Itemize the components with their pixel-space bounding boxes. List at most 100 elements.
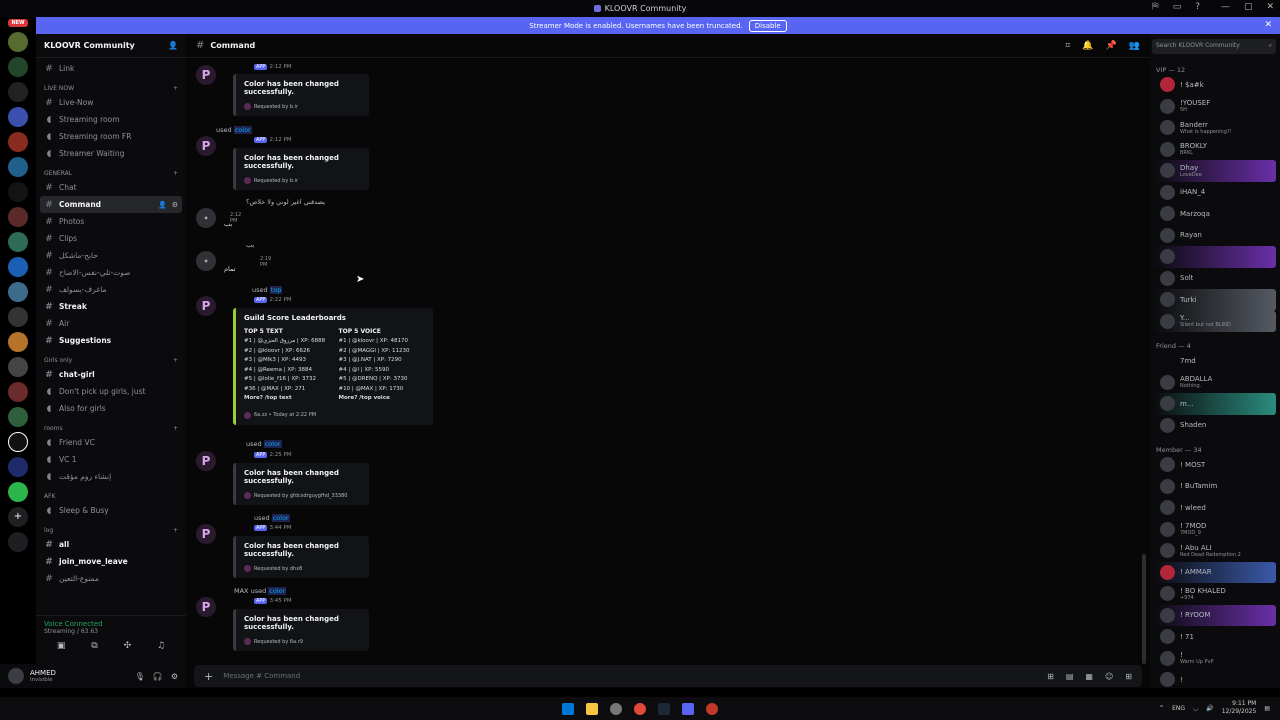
avatar[interactable]: • (196, 208, 216, 228)
close-window-button[interactable]: ✕ (1266, 2, 1274, 12)
member-item[interactable]: ! AMMAR (1154, 561, 1276, 583)
avatar[interactable]: P (196, 597, 216, 617)
channel-streak[interactable]: # Streak (36, 298, 186, 315)
slash-command[interactable]: color (233, 126, 252, 134)
member-item[interactable]: ! Warm Up PvP (1154, 648, 1276, 670)
category-rooms[interactable]: rooms + (36, 423, 186, 434)
member-item[interactable]: !YOUSEF 5H (1154, 96, 1276, 118)
add-channel-icon[interactable]: + (173, 527, 178, 534)
file-explorer-icon[interactable] (586, 702, 598, 715)
channel-suggestions[interactable]: # Suggestions (36, 332, 186, 349)
add-channel-icon[interactable]: + (173, 170, 178, 177)
category-girls-only[interactable]: Girls only + (36, 355, 186, 366)
channel-arabic-2[interactable]: # صوت-تلي-نفس-الاضاح (36, 264, 186, 281)
member-item[interactable]: ! BO KHALED +974 (1154, 583, 1276, 605)
member-item[interactable]: ABDALLA Nothing. (1154, 372, 1276, 394)
member-item[interactable]: BROKLY BRKL (1154, 139, 1276, 161)
member-item[interactable]: Shaden (1154, 415, 1276, 437)
server-icon[interactable] (8, 432, 28, 452)
member-item[interactable]: ! wleed (1154, 497, 1276, 519)
server-icon[interactable] (8, 132, 28, 152)
server-header[interactable]: KLOOVR Community 👤 (36, 34, 186, 58)
channel-arabic-3[interactable]: # ماغرف-يسولف (36, 281, 186, 298)
member-item[interactable]: Y... Silent but not BLIND (1154, 310, 1276, 332)
member-item[interactable]: Marzoqa (1154, 203, 1276, 225)
volume-icon[interactable]: 🔊 (1206, 705, 1213, 712)
channel-sleep-busy[interactable]: ◖ Sleep & Busy (36, 502, 186, 519)
channel-all[interactable]: # all (36, 536, 186, 553)
channel-air[interactable]: # Air (36, 315, 186, 332)
server-icon[interactable] (8, 482, 28, 502)
server-icon[interactable] (8, 407, 28, 427)
category-live-now[interactable]: LIVE NOW + (36, 83, 186, 94)
pin-icon[interactable]: 📌 (1106, 41, 1117, 51)
threads-icon[interactable]: ⌗ (1065, 41, 1070, 51)
server-icon[interactable] (8, 457, 28, 477)
member-item[interactable]: m... (1154, 393, 1276, 415)
channel-streamer-waiting[interactable]: ◖ Streamer Waiting (36, 145, 186, 162)
channel-temp-room[interactable]: ◖ إنشاء روم مؤقت (36, 468, 186, 485)
add-channel-icon[interactable]: + (173, 85, 178, 92)
app-icon[interactable] (706, 702, 718, 715)
notification-icon[interactable]: ▤ (1264, 705, 1270, 712)
channel-streaming-room[interactable]: ◖ Streaming room (36, 111, 186, 128)
member-item[interactable]: ! Abu ALI Red Dead Redemption 2 (1154, 540, 1276, 562)
member-item[interactable]: Banderr What is happening?! (1154, 117, 1276, 139)
mic-icon[interactable]: 🎙 (135, 672, 145, 681)
avatar[interactable] (8, 668, 24, 684)
emoji-icon[interactable]: ☺ (1105, 672, 1113, 681)
search-input[interactable]: Search KLOOVR Community ⌕ (1152, 39, 1276, 54)
channel-chat-girl[interactable]: # chat-girl (36, 366, 186, 383)
reply-preview[interactable]: بب (246, 241, 254, 249)
settings-gear-icon[interactable]: ⚙ (172, 201, 178, 209)
member-item[interactable]: ! BuTamim (1154, 476, 1276, 498)
attach-plus-icon[interactable]: + (204, 670, 213, 683)
channel-streaming-room-fr[interactable]: ◖ Streaming room FR (36, 128, 186, 145)
member-item[interactable]: ! 71 (1154, 626, 1276, 648)
channel-link[interactable]: # Link (36, 60, 186, 77)
discord-icon[interactable] (682, 702, 694, 715)
disable-button[interactable]: Disable (748, 19, 787, 32)
screenshare-icon[interactable]: ⧉ (91, 641, 97, 651)
clock[interactable]: 9:11 PM 12/29/2025 (1222, 700, 1257, 716)
screen-icon[interactable]: ▭ (1173, 2, 1182, 12)
notification-bell-icon[interactable]: 🔔 (1082, 41, 1093, 51)
category-general[interactable]: GENERAL + (36, 168, 186, 179)
discover-icon[interactable] (8, 532, 28, 552)
server-icon[interactable] (8, 57, 28, 77)
server-icon[interactable] (8, 32, 28, 52)
server-icon[interactable] (8, 332, 28, 352)
minimize-button[interactable]: — (1221, 2, 1230, 12)
server-icon[interactable] (8, 382, 28, 402)
category-log[interactable]: log + (36, 525, 186, 536)
channel-chat[interactable]: # Chat (36, 179, 186, 196)
apps-icon[interactable]: ⊞ (1125, 672, 1132, 681)
channel-dont-pick-up[interactable]: ◖ Don't pick up girls, just (36, 383, 186, 400)
chevron-up-icon[interactable]: ^ (1159, 705, 1164, 712)
soundboard-icon[interactable]: ♫ (157, 641, 165, 651)
category-afk[interactable]: AFK (36, 491, 186, 502)
help-icon[interactable]: ? (1195, 2, 1200, 12)
member-item[interactable] (1154, 246, 1276, 268)
member-item[interactable]: 7md (1154, 350, 1276, 372)
gift-icon[interactable]: ⊞ (1047, 672, 1054, 681)
gif-icon[interactable]: ▤ (1066, 672, 1074, 681)
maximize-button[interactable]: ▢ (1244, 2, 1253, 12)
server-icon[interactable] (8, 82, 28, 102)
message-input[interactable]: Message # Command (223, 672, 300, 680)
channel-command[interactable]: # Command 👤 ⚙ (40, 196, 182, 213)
server-icon[interactable] (8, 282, 28, 302)
add-channel-icon[interactable]: + (173, 425, 178, 432)
slash-command[interactable]: top (269, 286, 283, 294)
server-icon[interactable] (8, 107, 28, 127)
lang-indicator[interactable]: ENG (1172, 705, 1185, 712)
avatar[interactable]: P (196, 65, 216, 85)
channel-photos[interactable]: # Photos (36, 213, 186, 230)
server-icon[interactable] (8, 157, 28, 177)
channel-arabic-log[interactable]: # ممنوع-التعين (36, 570, 186, 587)
channel-arabic-1[interactable]: # حابح-ماشكل (36, 247, 186, 264)
channel-vc1[interactable]: ◖ VC 1 (36, 451, 186, 468)
member-item[interactable]: ! RYOOM (1154, 604, 1276, 626)
chrome-icon[interactable] (634, 702, 646, 715)
close-banner-icon[interactable]: ✕ (1264, 20, 1272, 30)
